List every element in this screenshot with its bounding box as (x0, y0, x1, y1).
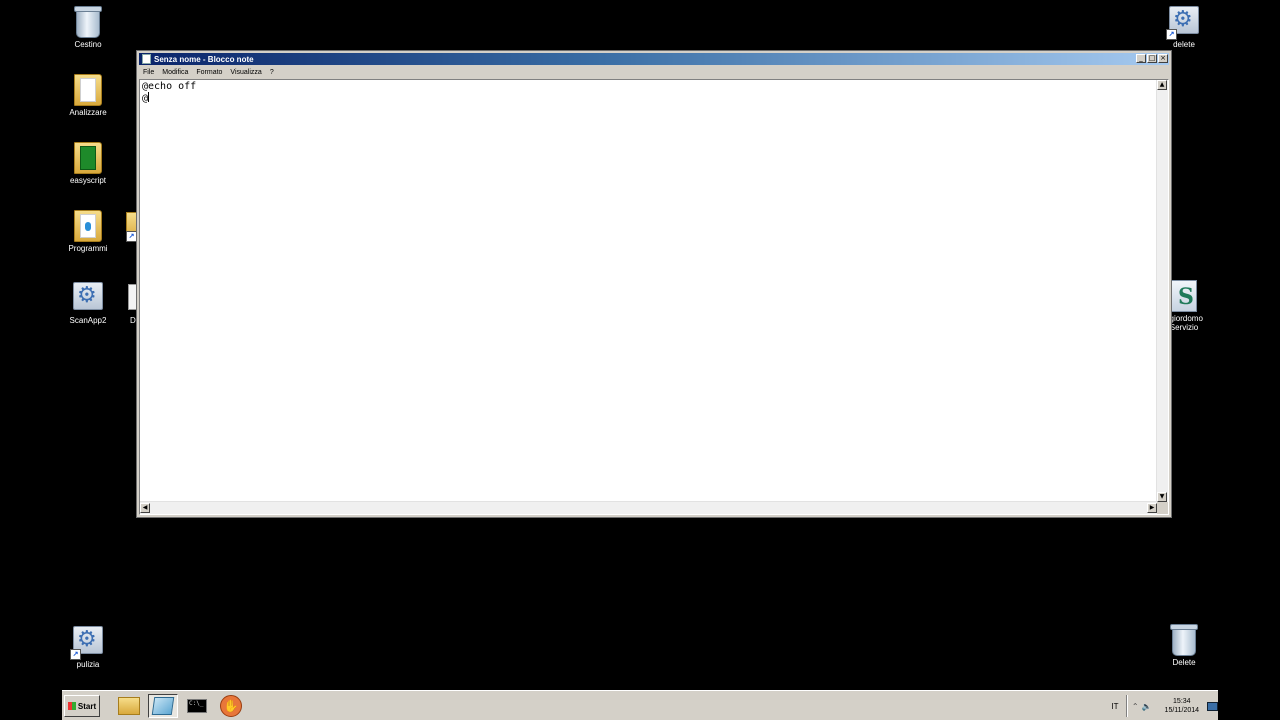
desktop-icon-label: easyscript (69, 176, 106, 185)
scroll-up-icon[interactable]: ▲ (1157, 80, 1167, 90)
notepad-icon (151, 697, 175, 715)
chevron-up-icon[interactable]: ⌃ (1132, 702, 1139, 711)
gear-app-icon: ↗ (1166, 6, 1200, 40)
menu-modifica[interactable]: Modifica (158, 69, 192, 76)
shortcut-arrow-icon: ↗ (70, 649, 81, 660)
desktop-icon-partial-folder[interactable]: ↗ (126, 212, 136, 242)
editor-line-1: @echo off (142, 81, 197, 92)
desktop-icon-partial-d[interactable]: D (128, 284, 136, 324)
desktop-icon-label: ScanApp2 (69, 316, 107, 325)
size-grip[interactable] (1157, 502, 1168, 514)
taskbar-explorer-button[interactable] (114, 694, 144, 718)
scroll-right-icon[interactable]: ▶ (1147, 503, 1157, 513)
clock-date: 15/11/2014 (1164, 707, 1200, 714)
start-label: Start (77, 701, 97, 711)
window-controls: _ □ × (1136, 54, 1168, 63)
recycle-bin-icon (72, 6, 104, 38)
taskbar: Start C:\_ ✋ IT ⌃ 🔈 15:34 15/11/2014 (62, 690, 1218, 720)
script-icon (1168, 280, 1200, 312)
menu-help[interactable]: ? (266, 69, 278, 76)
desktop-icon-programmi[interactable]: Programmi (56, 210, 120, 253)
taskbar-cmd-button[interactable]: C:\_ (182, 694, 212, 718)
gear-app-icon (72, 282, 104, 314)
show-desktop-icon[interactable] (1207, 701, 1218, 711)
desktop-icon-label: Cestino (74, 40, 102, 49)
hand-app-icon: ✋ (220, 695, 242, 717)
desktop-icon-label: Delete (1172, 658, 1196, 667)
shortcut-arrow-icon: ↗ (1166, 29, 1177, 40)
shortcut-arrow-icon: ↗ (126, 231, 136, 242)
scroll-left-icon[interactable]: ◀ (140, 503, 150, 513)
maximize-button[interactable]: □ (1147, 54, 1157, 63)
clock[interactable]: 15:34 15/11/2014 (1165, 697, 1200, 715)
close-button[interactable]: × (1158, 54, 1168, 63)
notepad-icon (142, 54, 151, 64)
tray-separator (1125, 695, 1128, 717)
title-bar[interactable]: Senza nome - Blocco note _ □ × (139, 53, 1169, 65)
desktop-icon-label: Programmi (68, 244, 108, 253)
folder-icon (118, 697, 140, 715)
scroll-down-icon[interactable]: ▼ (1157, 492, 1167, 502)
recycle-bin-icon (1168, 624, 1200, 656)
menu-file[interactable]: File (139, 69, 158, 76)
minimize-button[interactable]: _ (1136, 54, 1146, 63)
language-indicator[interactable]: IT (1108, 702, 1122, 711)
notepad-window[interactable]: Senza nome - Blocco note _ □ × File Modi… (136, 50, 1172, 518)
folder-icon (72, 142, 104, 174)
desktop-icon-scanapp2[interactable]: ScanApp2 (56, 282, 120, 325)
desktop-icon-delete-bin[interactable]: Delete (1152, 624, 1216, 667)
clock-time: 15:34 (1173, 698, 1191, 705)
menu-bar: File Modifica Formato Visualizza ? (139, 66, 1169, 78)
vertical-scrollbar[interactable]: ▲ ▼ (1156, 80, 1168, 502)
text-editor[interactable]: @echo off @ ▲ ▼ ◀ ▶ (139, 79, 1169, 515)
desktop-icon-pulizia[interactable]: ↗ pulizia (56, 626, 120, 669)
menu-formato[interactable]: Formato (192, 69, 226, 76)
desktop-icon-delete-shortcut[interactable]: ↗ delete (1152, 6, 1216, 49)
document-icon (128, 284, 136, 310)
speaker-icon[interactable]: 🔈 (1142, 702, 1152, 711)
taskbar-hand-app-button[interactable]: ✋ (216, 694, 246, 718)
menu-visualizza[interactable]: Visualizza (226, 69, 265, 76)
cmd-icon: C:\_ (187, 699, 207, 713)
desktop-icon-analizzare[interactable]: Analizzare (56, 74, 120, 117)
window-title: Senza nome - Blocco note (154, 54, 254, 64)
folder-icon (72, 74, 104, 106)
taskbar-notepad-button[interactable] (148, 694, 178, 718)
desktop-icon-label: delete (1173, 40, 1195, 49)
folder-icon (72, 210, 104, 242)
desktop-icon-label: Analizzare (69, 108, 107, 117)
gear-app-icon: ↗ (70, 626, 104, 660)
windows-logo-icon (67, 702, 76, 710)
horizontal-scrollbar[interactable]: ◀ ▶ (140, 501, 1157, 514)
start-button[interactable]: Start (64, 695, 100, 717)
desktop-icon-easyscript[interactable]: easyscript (56, 142, 120, 185)
system-tray: IT ⌃ 🔈 15:34 15/11/2014 (1102, 693, 1218, 719)
text-caret (148, 92, 150, 102)
desktop-icon-cestino[interactable]: Cestino (56, 6, 120, 49)
desktop-icon-label: pulizia (76, 660, 100, 669)
editor-content[interactable]: @echo off @ (142, 81, 196, 104)
